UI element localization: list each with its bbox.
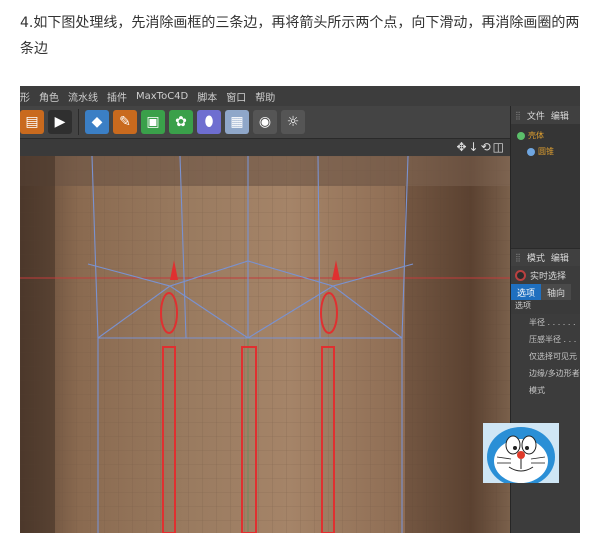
pen-icon[interactable]: ✎ bbox=[113, 110, 137, 134]
menu-item-window[interactable]: 窗口 bbox=[226, 89, 246, 104]
instruction-text: 4.如下图处理线，先消除画框的三条边，再将箭头所示两个点，向下滑动，再消除画圈的… bbox=[20, 15, 580, 57]
cone-icon bbox=[527, 147, 535, 156]
floor-icon[interactable]: ▦ bbox=[225, 110, 249, 134]
tab-edit[interactable]: 编辑 bbox=[551, 109, 569, 122]
object-label: 圆锥 bbox=[538, 147, 554, 156]
tab-file[interactable]: 文件 bbox=[527, 109, 545, 122]
prop-edge-polygon[interactable]: 边缘/多边形者 bbox=[511, 365, 580, 382]
prop-visible-only[interactable]: 仅选择可见元 bbox=[511, 348, 580, 365]
live-selection-header: 实时选择 bbox=[511, 266, 580, 284]
prop-mode[interactable]: 模式 bbox=[511, 382, 580, 399]
cloner-icon[interactable]: ✿ bbox=[169, 110, 193, 134]
grip-icon[interactable]: ⣿ bbox=[515, 253, 521, 262]
menu-item-pipeline[interactable]: 流水线 bbox=[68, 89, 98, 104]
tab-mode[interactable]: 模式 bbox=[527, 251, 545, 264]
menu-bar: 形 角色 流水线 插件 MaxToC4D 脚本 窗口 帮助 bbox=[20, 86, 510, 106]
subdivide-icon[interactable]: ▣ bbox=[141, 110, 165, 134]
menu-item-help[interactable]: 帮助 bbox=[255, 89, 275, 104]
left-shadow bbox=[20, 156, 55, 533]
tab-edit-attr[interactable]: 编辑 bbox=[551, 251, 569, 264]
object-label: 壳体 bbox=[528, 131, 544, 140]
menu-item-script[interactable]: 脚本 bbox=[197, 89, 217, 104]
live-selection-icon bbox=[515, 269, 526, 281]
attribute-panel-tabs: ⣿ 模式 编辑 bbox=[511, 248, 580, 266]
viewport[interactable] bbox=[20, 156, 510, 533]
render-icon[interactable]: ▶ bbox=[48, 110, 72, 134]
rim-shadow bbox=[20, 156, 510, 186]
camera-icon[interactable]: ◉ bbox=[253, 110, 277, 134]
main-toolbar: ▤ ▶ ◆ ✎ ▣ ✿ ⬮ ▦ ◉ ☼ bbox=[20, 106, 510, 138]
object-item-cone[interactable]: 圆锥 bbox=[527, 146, 554, 157]
deformer-icon[interactable]: ⬮ bbox=[197, 110, 221, 134]
object-icon bbox=[517, 131, 525, 140]
object-list: 壳体 圆锥 bbox=[511, 124, 580, 248]
grip-icon[interactable]: ⣿ bbox=[515, 111, 521, 120]
cube-icon[interactable]: ◆ bbox=[85, 110, 109, 134]
live-selection-label: 实时选择 bbox=[530, 271, 567, 282]
attribute-sub-tabs: 选项 轴向 bbox=[511, 284, 580, 300]
viewport-scene bbox=[20, 156, 510, 533]
menu-item-shape[interactable]: 形 bbox=[20, 89, 30, 104]
cinema4d-window: 形 角色 流水线 插件 MaxToC4D 脚本 窗口 帮助 ▤ ▶ ◆ ✎ ▣ … bbox=[20, 86, 580, 533]
menu-item-maxtoc4d[interactable]: MaxToC4D bbox=[136, 91, 188, 102]
viewport-nav-icons[interactable]: ✥↓⟲◫ bbox=[456, 140, 506, 154]
object-item-shell[interactable]: 壳体 bbox=[517, 130, 544, 141]
section-title: 选项 bbox=[511, 300, 580, 314]
tab-options[interactable]: 选项 bbox=[511, 284, 542, 300]
render-settings-icon[interactable]: ▤ bbox=[20, 110, 44, 134]
menu-item-character[interactable]: 角色 bbox=[39, 89, 59, 104]
tab-axis[interactable]: 轴向 bbox=[541, 284, 572, 300]
viewport-header: ✥↓⟲◫ bbox=[20, 138, 510, 156]
toolbar-divider bbox=[78, 109, 79, 135]
menu-item-plugins[interactable]: 插件 bbox=[107, 89, 127, 104]
doraemon-sticker bbox=[483, 423, 559, 483]
prop-radius[interactable]: 半径 . . . . . . bbox=[511, 314, 580, 331]
prop-pressure-radius[interactable]: 压感半径 . . . bbox=[511, 331, 580, 348]
light-icon[interactable]: ☼ bbox=[281, 110, 305, 134]
object-panel-tabs: ⣿ 文件 编辑 bbox=[511, 106, 580, 124]
